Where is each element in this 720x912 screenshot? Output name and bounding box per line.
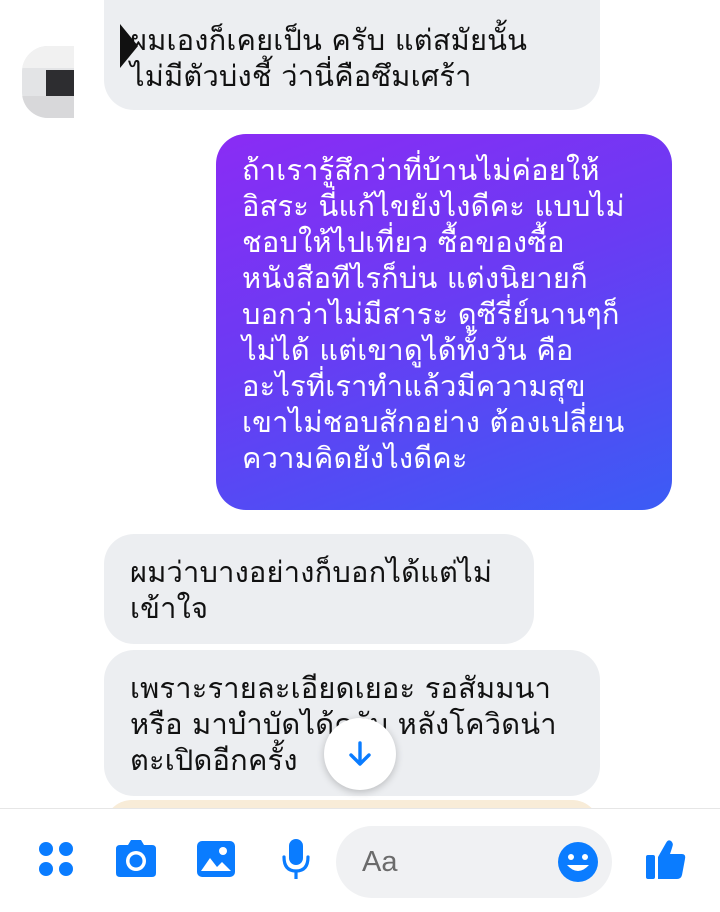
microphone-button[interactable]	[274, 837, 318, 881]
thumbs-up-icon	[646, 840, 686, 879]
scroll-to-bottom-button[interactable]	[324, 718, 396, 790]
incoming-message[interactable]: ผมเองก็เคยเป็น ครับ แต่สมัยนั้น ไม่มีตัว…	[104, 0, 600, 110]
partial-attachment-message[interactable]	[104, 800, 600, 808]
avatar-segment	[22, 96, 74, 118]
text-cursor-marker	[120, 24, 138, 68]
like-button[interactable]	[644, 837, 688, 881]
incoming-message[interactable]: ผมว่าบางอย่างก็บอกได้แต่ไม่ เข้าใจ	[104, 534, 534, 644]
contact-avatar[interactable]	[22, 46, 74, 118]
apps-icon	[39, 842, 73, 876]
message-composer: Aa	[0, 808, 720, 912]
camera-button[interactable]	[114, 837, 158, 881]
gallery-button[interactable]	[194, 837, 238, 881]
apps-button[interactable]	[34, 837, 78, 881]
camera-icon	[116, 840, 156, 877]
microphone-icon	[282, 839, 310, 879]
message-input[interactable]: Aa	[336, 826, 612, 898]
message-thread: ผมเองก็เคยเป็น ครับ แต่สมัยนั้น ไม่มีตัว…	[0, 0, 720, 808]
arrow-down-icon	[349, 741, 371, 766]
avatar-segment	[22, 46, 74, 68]
gallery-icon	[197, 841, 235, 877]
outgoing-message[interactable]: ถ้าเรารู้สึกว่าที่บ้านไม่ค่อยให้ อิสระ น…	[216, 134, 672, 510]
emoji-icon	[558, 842, 598, 882]
avatar-segment	[46, 70, 74, 96]
emoji-button[interactable]	[556, 840, 600, 884]
message-input-placeholder: Aa	[362, 846, 398, 878]
